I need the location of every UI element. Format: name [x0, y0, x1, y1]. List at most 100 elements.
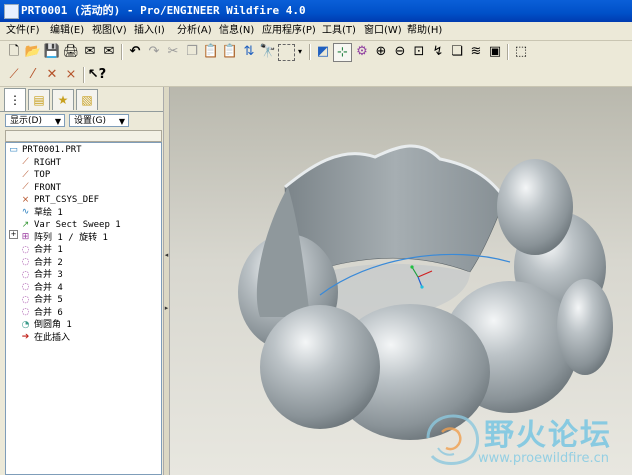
view-manager-icon[interactable]: ≋: [467, 43, 485, 61]
spin-center-icon[interactable]: ⊹: [333, 43, 352, 62]
tree-item-label: 合并 1: [34, 245, 63, 255]
wireframe-icon[interactable]: ⬚: [512, 43, 530, 61]
part-icon: ▭: [9, 144, 18, 155]
layers-icon[interactable]: ❏: [448, 43, 466, 61]
menu-view[interactable]: 视图(V): [92, 24, 127, 38]
tree-item[interactable]: ◌ 合并 4: [20, 282, 63, 294]
datum-display-icon[interactable]: ◩: [314, 43, 332, 61]
menu-window[interactable]: 窗口(W): [364, 24, 402, 38]
lobe: [557, 279, 613, 375]
tree-item-label: 合并 4: [34, 282, 63, 293]
tree-item[interactable]: ◌ 合并 3: [20, 269, 63, 281]
envelope-icon[interactable]: ✉: [100, 43, 118, 61]
merge-icon: ◌: [21, 282, 30, 292]
print-icon[interactable]: 🖨: [62, 43, 80, 61]
tree-item-label: 合并 2: [34, 257, 63, 268]
tree-item-label: 合并 5: [34, 295, 63, 305]
menu-info[interactable]: 信息(N): [219, 24, 254, 38]
new-icon[interactable]: 🗋: [5, 43, 23, 61]
datum-plane-icon[interactable]: ⟋: [5, 66, 23, 84]
main-toolbar: 🗋 📂 💾 🖨 ✉ ✉ ↶ ↷ ✂ ❐ 📋 📋 ⇅ 🔭 ▾ ◩ ⊹ ⚙ ⊕ ⊖ …: [0, 41, 632, 63]
datum-axis-icon[interactable]: ⁄: [24, 66, 42, 84]
tree-item[interactable]: ⨯ PRT_CSYS_DEF: [20, 194, 99, 206]
tree-item[interactable]: ⟋ FRONT: [20, 182, 61, 194]
datum-plane-icon: ⟋: [22, 169, 29, 180]
window-title: PRT0001 (活动的) - Pro/ENGINEER Wildfire 4.…: [21, 4, 306, 17]
orient-icon[interactable]: ⚙: [353, 43, 371, 61]
collapse-right-icon[interactable]: ▸: [164, 302, 169, 314]
select-box-icon[interactable]: [278, 44, 295, 61]
tree-item-label: 合并 6: [34, 307, 63, 318]
saved-views-icon[interactable]: ▣: [486, 43, 504, 61]
favorites-tab[interactable]: ★: [52, 89, 74, 110]
tree-item[interactable]: ◔ 倒圆角 1: [20, 319, 72, 331]
menu-analysis[interactable]: 分析(A): [177, 24, 212, 38]
cut-icon[interactable]: ✂: [164, 43, 182, 61]
model-tree: + ▭ PRT0001.PRT ⟋ RIGHT ⟋ TOP ⟋ FRONT ⨯ PRT_CSYS_…: [5, 142, 162, 475]
menu-edit[interactable]: 编辑(E): [50, 24, 84, 38]
repaint-icon[interactable]: ↯: [429, 43, 447, 61]
redo-icon[interactable]: ↷: [145, 43, 163, 61]
tree-item-label: 草绘 1: [34, 207, 63, 218]
dropdown-arrow-icon[interactable]: ▾: [296, 43, 304, 61]
round-icon: ◔: [21, 319, 30, 330]
csys-icon: ⨯: [21, 194, 30, 205]
zoom-in-icon[interactable]: ⊕: [372, 43, 390, 61]
tree-item-label: Var Sect Sweep 1: [34, 220, 121, 230]
settings-dropdown-label: 设置(G): [74, 116, 106, 126]
tree-item[interactable]: ◌ 合并 5: [20, 294, 63, 306]
settings-dropdown[interactable]: 设置(G) ▼: [69, 114, 129, 127]
save-icon[interactable]: 💾: [43, 43, 61, 61]
tree-item-label: RIGHT: [34, 157, 62, 168]
tree-item[interactable]: ∿ 草绘 1: [20, 207, 63, 219]
tree-item[interactable]: ▭ PRT0001.PRT: [8, 144, 81, 156]
menu-applications[interactable]: 应用程序(P): [262, 24, 316, 38]
tree-item[interactable]: ◌ 合并 1: [20, 244, 63, 256]
app-icon: [4, 4, 19, 19]
menu-bar: 文件(F) 编辑(E) 视图(V) 插入(I) 分析(A) 信息(N) 应用程序…: [0, 22, 632, 41]
regenerate-icon[interactable]: ⇅: [240, 43, 258, 61]
refit-icon[interactable]: ⊡: [410, 43, 428, 61]
collapse-left-icon[interactable]: ◂: [164, 249, 169, 261]
chevron-down-icon: ▼: [118, 117, 125, 126]
layer-tab[interactable]: ▧: [76, 89, 98, 110]
pattern-icon: ⊞: [21, 232, 30, 242]
zoom-out-icon[interactable]: ⊖: [391, 43, 409, 61]
navigator-tabs: ⋮ ▤ ★ ▧: [0, 87, 163, 112]
show-dropdown[interactable]: 显示(D) ▼: [5, 114, 65, 127]
tree-item-label: TOP: [34, 170, 51, 180]
tree-item[interactable]: ↗ Var Sect Sweep 1: [20, 219, 121, 231]
toolbar-separator: [309, 44, 311, 60]
tree-item[interactable]: ⊞ 阵列 1 / 旋转 1: [20, 232, 108, 244]
datum-point-icon[interactable]: ✕: [43, 66, 61, 84]
sketch-icon: ∿: [21, 207, 30, 217]
merge-icon: ◌: [21, 294, 30, 305]
menu-insert[interactable]: 插入(I): [134, 24, 165, 38]
menu-help[interactable]: 帮助(H): [407, 24, 442, 38]
panel-splitter[interactable]: ◂ ▸: [163, 87, 170, 475]
tree-item[interactable]: ⟋ RIGHT: [20, 157, 61, 169]
find-icon[interactable]: 🔭: [259, 43, 277, 61]
tree-item[interactable]: ◌ 合并 6: [20, 307, 63, 319]
tree-item[interactable]: ⟋ TOP: [20, 169, 50, 181]
folder-tab[interactable]: ▤: [28, 89, 50, 110]
open-icon[interactable]: 📂: [24, 43, 42, 61]
paste-special-icon[interactable]: 📋: [221, 43, 239, 61]
paste-icon[interactable]: 📋: [202, 43, 220, 61]
undo-icon[interactable]: ↶: [126, 43, 144, 61]
tree-item[interactable]: ◌ 合并 2: [20, 257, 63, 269]
tree-item[interactable]: ➔ 在此插入: [20, 332, 70, 344]
csys-icon[interactable]: ⨯: [62, 66, 80, 84]
expand-icon[interactable]: +: [9, 230, 18, 239]
toolbar-separator: [121, 44, 123, 60]
merge-icon: ◌: [21, 269, 30, 280]
tree-item-label: FRONT: [34, 182, 62, 193]
menu-tools[interactable]: 工具(T): [322, 24, 356, 38]
email-icon[interactable]: ✉: [81, 43, 99, 61]
copy-icon[interactable]: ❐: [183, 43, 201, 61]
model-tree-tab[interactable]: ⋮: [4, 88, 26, 111]
menu-file[interactable]: 文件(F): [6, 24, 40, 38]
show-dropdown-label: 显示(D): [10, 116, 42, 126]
whats-this-icon[interactable]: ↖?: [88, 66, 106, 84]
merge-icon: ◌: [21, 244, 30, 255]
